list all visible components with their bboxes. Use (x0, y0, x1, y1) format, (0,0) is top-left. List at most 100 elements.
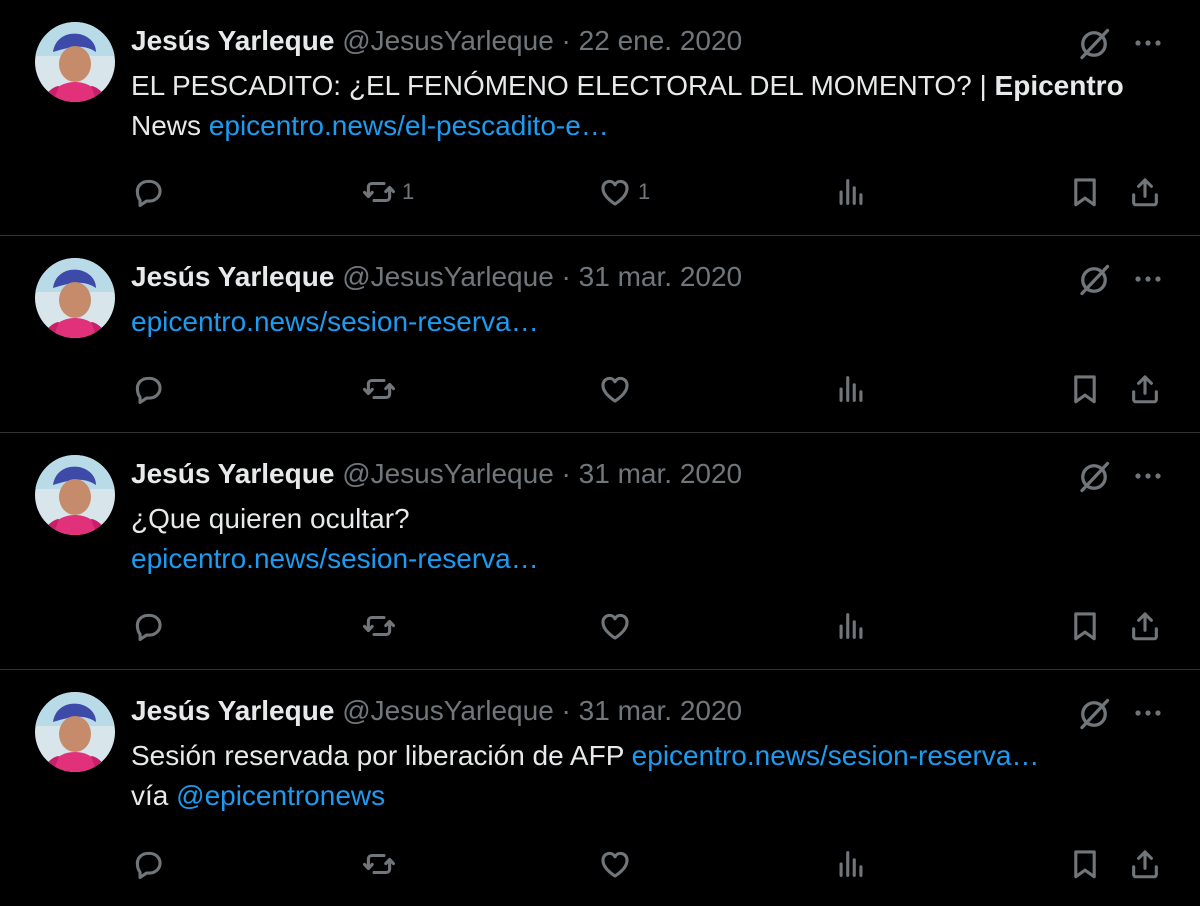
reply-button[interactable] (131, 604, 165, 648)
views-icon (834, 609, 868, 643)
tweet-date[interactable]: 31 mar. 2020 (579, 458, 742, 489)
separator: · (561, 25, 571, 56)
tweet-header: Jesús Yarleque @JesusYarleque · 31 mar. … (131, 260, 742, 294)
tweet-text-part: News (131, 110, 209, 141)
tweet[interactable]: Jesús Yarleque @JesusYarleque · 31 mar. … (0, 670, 1200, 906)
views-button[interactable] (834, 367, 868, 411)
separator: · (561, 261, 571, 292)
like-button[interactable] (598, 842, 632, 886)
author-name[interactable]: Jesús Yarleque (131, 25, 334, 56)
share-button[interactable] (1128, 842, 1162, 886)
bookmark-button[interactable] (1068, 170, 1102, 214)
retweet-count: 1 (402, 179, 415, 204)
tweet-link[interactable]: epicentro.news/el-pescadito-e… (209, 110, 609, 141)
like-button[interactable] (598, 367, 632, 411)
views-icon (834, 175, 868, 209)
grok-icon[interactable] (1076, 459, 1112, 495)
tweet-date[interactable]: 22 ene. 2020 (579, 25, 743, 56)
author-name[interactable]: Jesús Yarleque (131, 261, 334, 292)
separator: · (561, 458, 571, 489)
tweet[interactable]: Jesús Yarleque @JesusYarleque · 31 mar. … (0, 236, 1200, 433)
separator: · (561, 695, 571, 726)
tweet[interactable]: Jesús Yarleque @JesusYarleque · 22 ene. … (0, 0, 1200, 236)
retweet-button[interactable]: 1 (362, 170, 414, 214)
bookmark-icon (1068, 847, 1102, 881)
avatar[interactable] (35, 692, 115, 772)
heart-icon (598, 372, 632, 406)
share-button[interactable] (1128, 367, 1162, 411)
bookmark-button[interactable] (1068, 604, 1102, 648)
retweet-button[interactable] (362, 604, 396, 648)
grok-icon[interactable] (1076, 262, 1112, 298)
tweet-text: epicentro.news/sesion-reserva… (131, 302, 1171, 342)
bookmark-button[interactable] (1068, 367, 1102, 411)
like-button[interactable]: 1 (598, 170, 650, 214)
tweet-date[interactable]: 31 mar. 2020 (579, 261, 742, 292)
views-button[interactable] (834, 842, 868, 886)
reply-button[interactable] (131, 367, 165, 411)
author-handle[interactable]: @JesusYarleque (342, 25, 554, 56)
heart-icon (598, 175, 632, 209)
tweet-link[interactable]: epicentro.news/sesion-reserva… (632, 740, 1040, 771)
retweet-icon (362, 175, 396, 209)
views-button[interactable] (834, 170, 868, 214)
reply-icon (131, 609, 165, 643)
avatar[interactable] (35, 455, 115, 535)
more-icon[interactable] (1130, 463, 1166, 489)
tweet-text: Sesión reservada por liberación de AFP e… (131, 736, 1171, 816)
bookmark-icon (1068, 175, 1102, 209)
tweet-header: Jesús Yarleque @JesusYarleque · 31 mar. … (131, 694, 742, 728)
avatar[interactable] (35, 22, 115, 102)
share-icon (1128, 372, 1162, 406)
action-bar: 1 1 (0, 170, 1200, 214)
avatar[interactable] (35, 258, 115, 338)
like-button[interactable] (598, 604, 632, 648)
reply-icon (131, 175, 165, 209)
views-button[interactable] (834, 604, 868, 648)
tweet-header: Jesús Yarleque @JesusYarleque · 22 ene. … (131, 24, 742, 58)
reply-icon (131, 847, 165, 881)
retweet-button[interactable] (362, 842, 396, 886)
author-handle[interactable]: @JesusYarleque (342, 695, 554, 726)
author-handle[interactable]: @JesusYarleque (342, 458, 554, 489)
action-bar (0, 367, 1200, 411)
grok-icon[interactable] (1076, 26, 1112, 62)
heart-icon (598, 847, 632, 881)
share-icon (1128, 175, 1162, 209)
more-icon[interactable] (1130, 700, 1166, 726)
reply-button[interactable] (131, 842, 165, 886)
retweet-icon (362, 609, 396, 643)
like-count: 1 (638, 179, 651, 204)
heart-icon (598, 609, 632, 643)
author-name[interactable]: Jesús Yarleque (131, 695, 334, 726)
author-name[interactable]: Jesús Yarleque (131, 458, 334, 489)
reply-button[interactable] (131, 170, 165, 214)
action-bar (0, 604, 1200, 648)
views-icon (834, 372, 868, 406)
bookmark-icon (1068, 372, 1102, 406)
tweet-text-part: EL PESCADITO: ¿EL FENÓMENO ELECTORAL DEL… (131, 70, 995, 101)
grok-icon[interactable] (1076, 696, 1112, 732)
tweet-text-bold: Epicentro (994, 70, 1124, 101)
share-button[interactable] (1128, 604, 1162, 648)
bookmark-button[interactable] (1068, 842, 1102, 886)
share-icon (1128, 847, 1162, 881)
reply-icon (131, 372, 165, 406)
more-icon[interactable] (1130, 266, 1166, 292)
mention-link[interactable]: @epicentronews (176, 780, 385, 811)
author-handle[interactable]: @JesusYarleque (342, 261, 554, 292)
tweet-text: ¿Que quieren ocultar? epicentro.news/ses… (131, 499, 1171, 579)
share-button[interactable] (1128, 170, 1162, 214)
tweet-text: EL PESCADITO: ¿EL FENÓMENO ELECTORAL DEL… (131, 66, 1171, 146)
action-bar (0, 842, 1200, 886)
tweet-link[interactable]: epicentro.news/sesion-reserva… (131, 543, 539, 574)
tweet-header: Jesús Yarleque @JesusYarleque · 31 mar. … (131, 457, 742, 491)
tweet-text-part: ¿Que quieren ocultar? (131, 503, 410, 534)
tweet-link[interactable]: epicentro.news/sesion-reserva… (131, 306, 539, 337)
tweet-text-part: Sesión reservada por liberación de AFP (131, 740, 632, 771)
share-icon (1128, 609, 1162, 643)
retweet-button[interactable] (362, 367, 396, 411)
tweet[interactable]: Jesús Yarleque @JesusYarleque · 31 mar. … (0, 433, 1200, 670)
more-icon[interactable] (1130, 30, 1166, 56)
tweet-date[interactable]: 31 mar. 2020 (579, 695, 742, 726)
